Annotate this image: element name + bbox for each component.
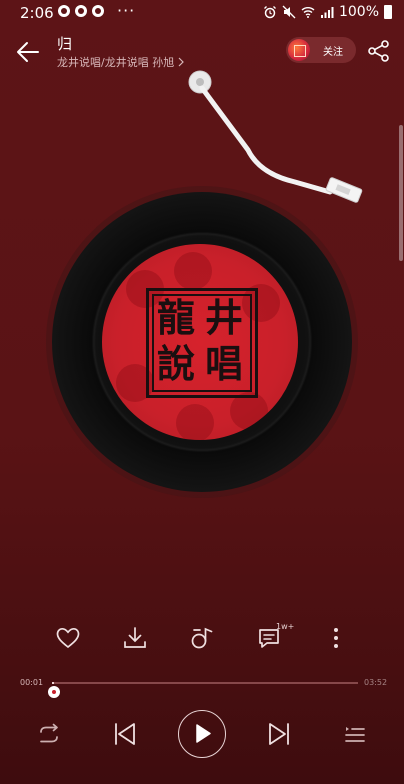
battery-percent: 100% bbox=[338, 4, 379, 20]
total-time: 03:52 bbox=[364, 678, 388, 687]
qq-icon bbox=[75, 5, 87, 17]
signal-icon bbox=[320, 7, 334, 18]
seek-bar-played bbox=[52, 682, 54, 684]
seal-char: 說 bbox=[157, 341, 196, 386]
repeat-icon[interactable] bbox=[36, 722, 62, 748]
current-time: 00:01 bbox=[20, 678, 44, 687]
action-bar: 1w+ bbox=[0, 618, 404, 658]
cover-pattern bbox=[174, 252, 212, 290]
comment-count-badge: 1w+ bbox=[276, 622, 295, 631]
battery-icon bbox=[384, 5, 392, 19]
notification-icons bbox=[58, 5, 104, 17]
wifi-icon bbox=[301, 7, 315, 18]
artist-link[interactable]: 龙井说唱/龙井说唱 孙旭 bbox=[57, 54, 185, 70]
artist-avatar bbox=[288, 39, 310, 61]
transport-controls bbox=[0, 708, 404, 762]
play-icon bbox=[196, 724, 211, 743]
qq-icon bbox=[92, 5, 104, 17]
clock: 2:06 bbox=[20, 4, 54, 22]
scroll-indicator[interactable] bbox=[399, 125, 403, 261]
share-icon[interactable] bbox=[366, 38, 392, 64]
play-button[interactable] bbox=[178, 710, 226, 758]
more-notifications-icon: ··· bbox=[117, 1, 136, 20]
song-title: 归 bbox=[57, 35, 73, 53]
download-icon[interactable] bbox=[121, 624, 149, 652]
playlist-icon[interactable] bbox=[342, 722, 368, 748]
player-header: 归 龙井说唱/龙井说唱 孙旭 关注 bbox=[0, 28, 404, 76]
mute-icon bbox=[282, 5, 296, 19]
seal-char: 唱 bbox=[205, 341, 244, 386]
cover-pattern bbox=[176, 404, 214, 440]
more-vertical-icon[interactable] bbox=[322, 624, 350, 652]
back-arrow-icon[interactable] bbox=[14, 38, 42, 66]
artist-name: 龙井说唱/龙井说唱 孙旭 bbox=[57, 56, 175, 69]
cover-seal-logo: 龍 井 說 唱 bbox=[146, 288, 258, 398]
alarm-icon bbox=[264, 6, 276, 19]
seek-bar[interactable] bbox=[47, 682, 358, 698]
chevron-right-icon bbox=[178, 57, 185, 67]
follow-label: 关注 bbox=[323, 47, 343, 58]
seek-handle[interactable] bbox=[47, 686, 60, 698]
previous-track-icon[interactable] bbox=[110, 720, 138, 748]
qq-icon bbox=[58, 5, 70, 17]
status-right: 100% bbox=[263, 4, 392, 20]
heart-icon[interactable] bbox=[54, 624, 82, 652]
sound-effect-icon[interactable] bbox=[188, 624, 216, 652]
follow-button[interactable]: 关注 bbox=[286, 37, 356, 63]
status-bar: 2:06 ··· 100% bbox=[0, 0, 404, 26]
next-track-icon[interactable] bbox=[266, 720, 294, 748]
seal-char: 龍 bbox=[157, 295, 196, 340]
playback-progress: 00:01 03:52 bbox=[0, 672, 404, 698]
seal-char: 井 bbox=[205, 295, 244, 340]
